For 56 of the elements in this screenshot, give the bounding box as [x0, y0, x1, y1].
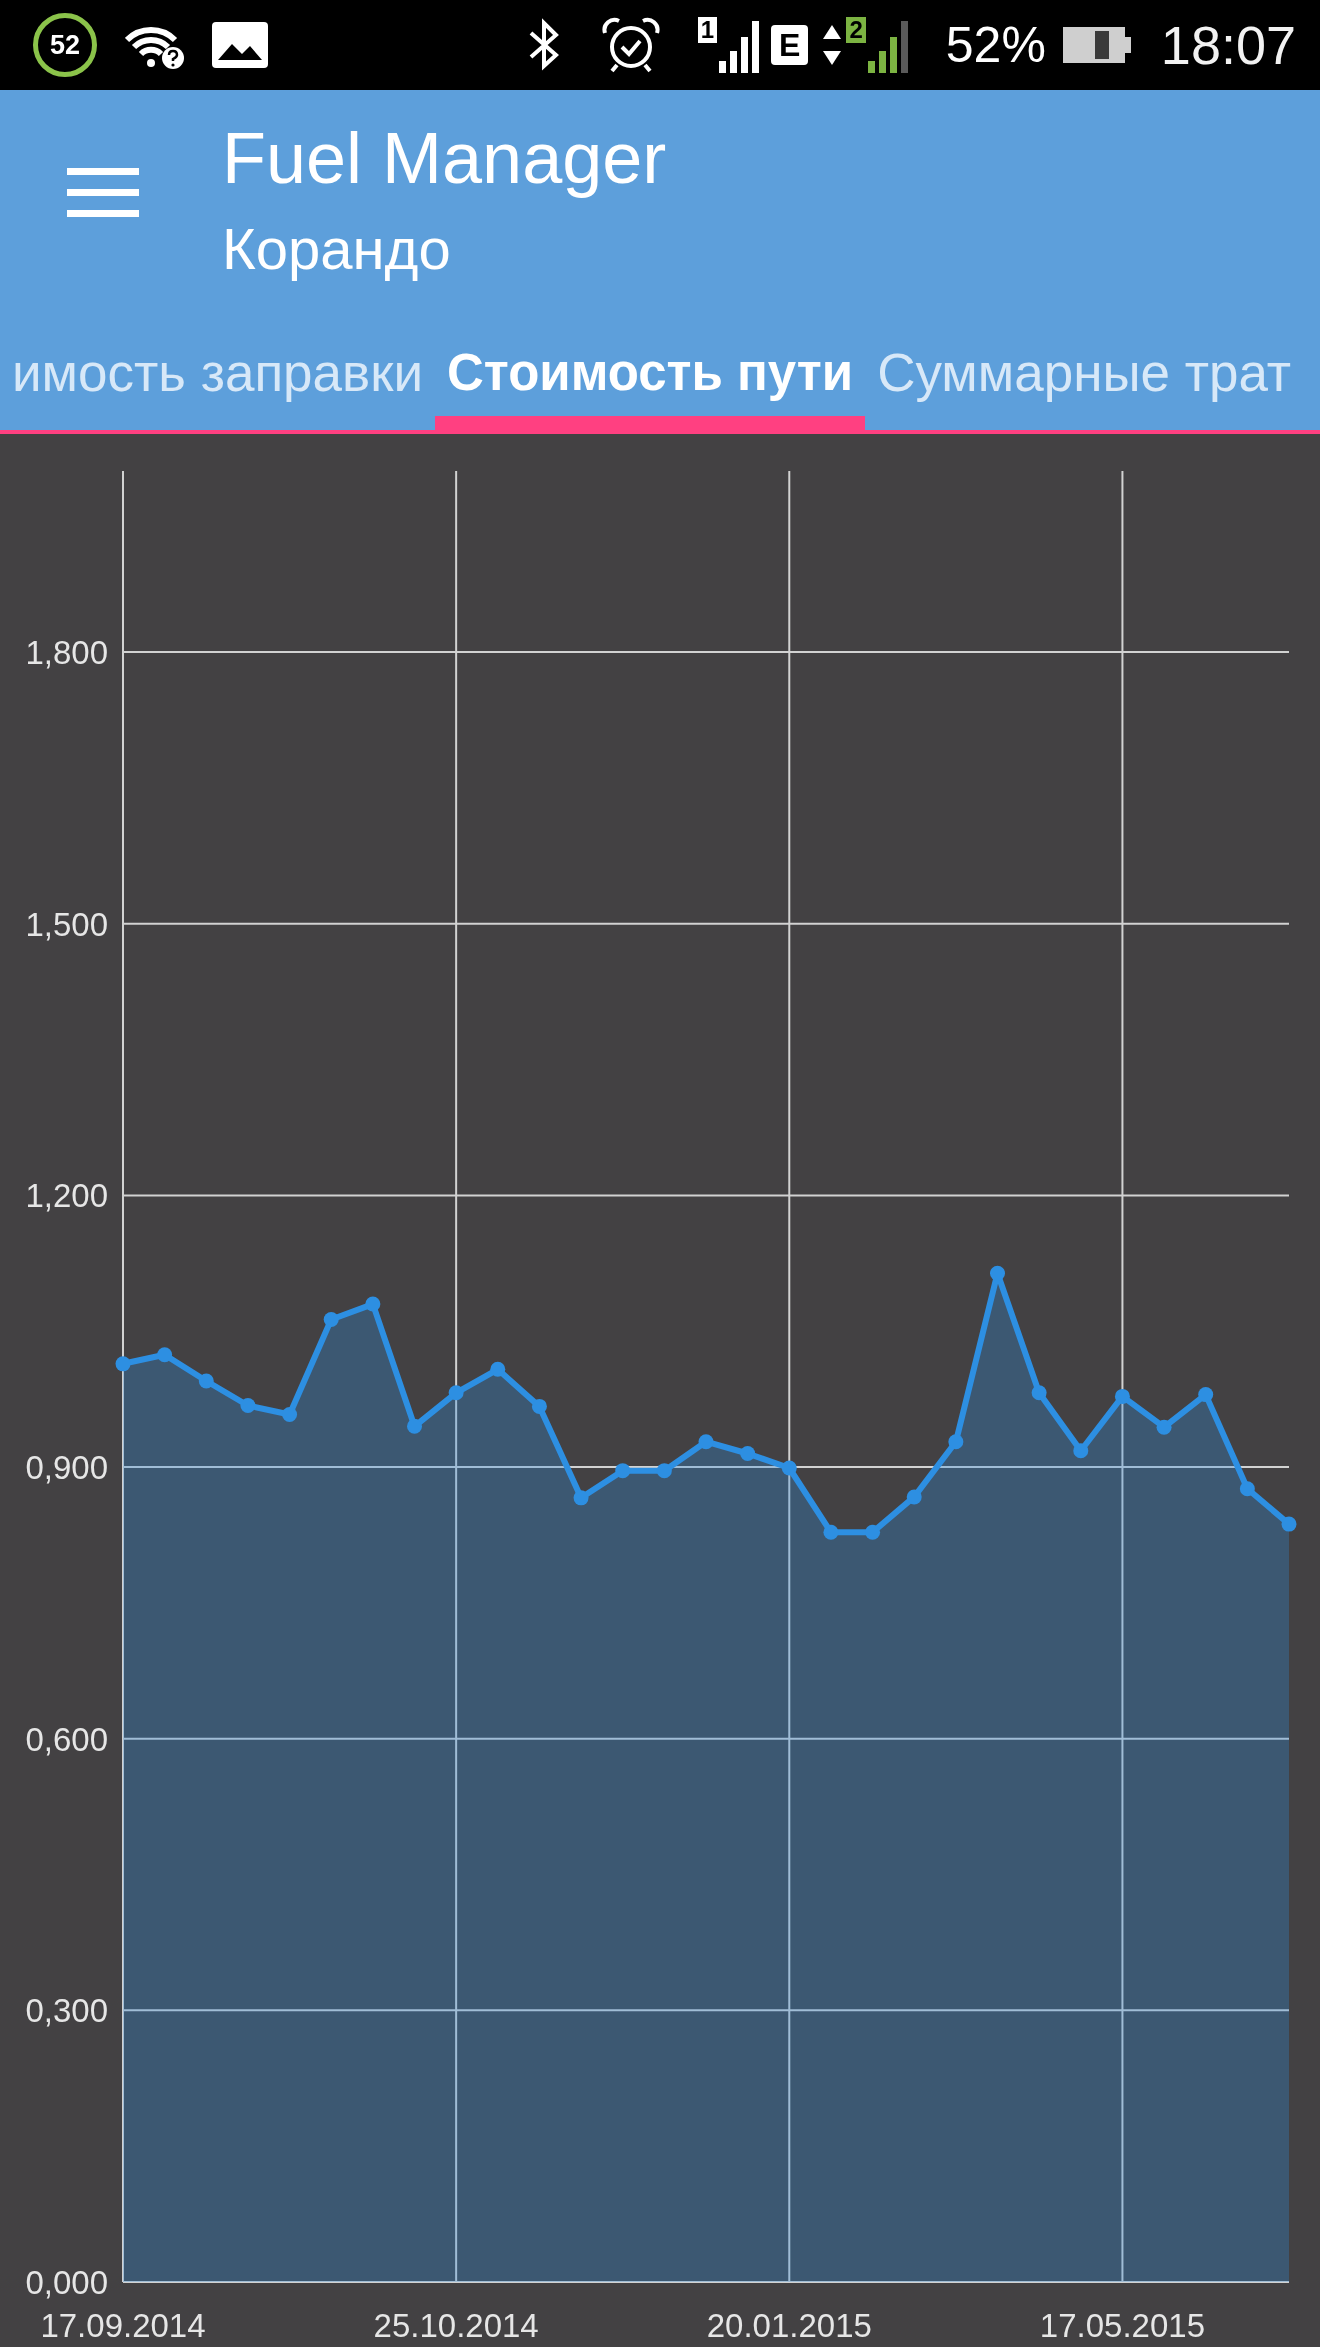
data-point [781, 1460, 797, 1476]
data-point [573, 1490, 589, 1506]
y-tick-label: 0,600 [25, 1720, 108, 1758]
battery-icon [1062, 27, 1131, 63]
battery-percent: 52% [945, 20, 1046, 70]
data-point [1156, 1419, 1172, 1435]
data-point [198, 1373, 214, 1389]
data-point [240, 1398, 256, 1413]
signal-bars-icon [719, 19, 762, 73]
data-point [365, 1296, 381, 1312]
data-point [823, 1524, 839, 1540]
x-tick-label: 17.09.2014 [40, 2307, 206, 2344]
y-tick-label: 0,000 [25, 2264, 108, 2301]
data-point [615, 1463, 631, 1479]
y-tick-label: 1,200 [25, 1177, 108, 1215]
data-point [948, 1434, 964, 1450]
data-point [282, 1407, 298, 1423]
data-point [990, 1265, 1005, 1281]
data-point [1073, 1443, 1089, 1459]
data-point [740, 1445, 756, 1461]
data-point [1198, 1387, 1214, 1403]
x-tick-label: 25.10.2014 [373, 2307, 539, 2344]
data-point [448, 1385, 464, 1401]
data-point [157, 1347, 173, 1363]
data-point [323, 1311, 339, 1327]
alarm-clock-icon [600, 17, 661, 73]
signal-bars-icon [867, 19, 910, 73]
x-tick-label: 17.05.2015 [1039, 2307, 1205, 2344]
data-point [407, 1418, 422, 1434]
sim-number-label: 1 [697, 17, 718, 43]
menu-button[interactable] [67, 168, 139, 217]
data-point [656, 1463, 672, 1479]
network-type-label: E [771, 25, 809, 65]
menu-icon [67, 168, 139, 217]
tab[interactable]: Суммарные трат [865, 330, 1304, 430]
y-tick-label: 1,500 [25, 905, 108, 943]
image-icon [212, 22, 268, 68]
y-tick-label: 0,900 [25, 1449, 108, 1487]
sim-number-label: 2 [846, 17, 866, 43]
data-point [115, 1356, 131, 1372]
data-point [698, 1434, 714, 1450]
tab[interactable]: имость заправки [0, 330, 435, 430]
x-tick-label: 20.01.2015 [706, 2307, 872, 2344]
clock-time: 18:07 [1160, 18, 1296, 72]
y-tick-label: 1,800 [25, 634, 108, 672]
data-point [1239, 1481, 1255, 1497]
data-point [865, 1524, 881, 1540]
data-arrows-icon [822, 23, 843, 67]
y-tick-label: 0,300 [25, 1992, 108, 2030]
notification-count-indicator: 52 [33, 13, 97, 77]
data-point [1114, 1388, 1130, 1404]
data-point [906, 1489, 922, 1505]
data-point [1281, 1516, 1297, 1532]
data-point [531, 1398, 547, 1414]
data-point [1031, 1385, 1047, 1401]
data-point [490, 1361, 506, 1377]
